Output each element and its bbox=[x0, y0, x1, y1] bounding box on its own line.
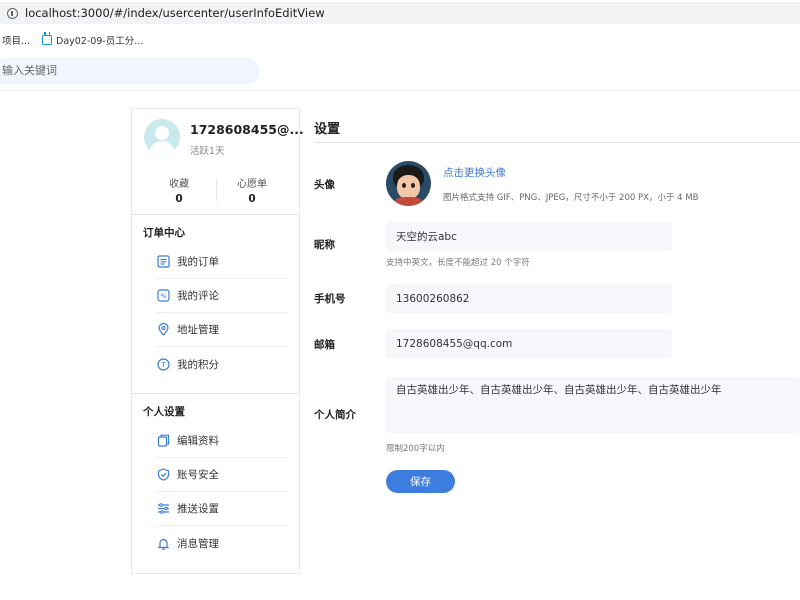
title-divider bbox=[314, 142, 800, 143]
points-icon: T bbox=[156, 357, 170, 371]
sidebar-item-label: 我的评论 bbox=[177, 290, 219, 302]
section-title-personal: 个人设置 bbox=[143, 406, 185, 418]
stat-favorites[interactable]: 收藏 0 bbox=[149, 175, 209, 205]
address-url[interactable]: localhost:3000/#/index/usercenter/userIn… bbox=[25, 6, 325, 20]
sidebar-item-label: 账号安全 bbox=[177, 469, 219, 481]
bio-label: 个人简介 bbox=[314, 409, 356, 421]
order-list-icon bbox=[156, 255, 170, 269]
stat-value: 0 bbox=[175, 193, 183, 205]
stat-divider bbox=[216, 179, 217, 201]
header-divider bbox=[0, 90, 800, 91]
change-avatar-link[interactable]: 点击更换头像 bbox=[443, 165, 506, 180]
email-label: 邮箱 bbox=[314, 339, 335, 351]
bookmark-item[interactable]: 项目... bbox=[2, 33, 30, 47]
sidebar-item-edit-profile[interactable]: 编辑资料 bbox=[156, 424, 288, 458]
sidebar-item-label: 推送设置 bbox=[177, 503, 219, 515]
address-bar[interactable]: localhost:3000/#/index/usercenter/userIn… bbox=[0, 0, 800, 26]
section-divider bbox=[132, 393, 299, 394]
sidebar-item-label: 编辑资料 bbox=[177, 435, 219, 447]
edit-profile-icon bbox=[156, 434, 170, 448]
calendar-icon bbox=[42, 32, 52, 45]
user-avatar-icon[interactable] bbox=[144, 119, 180, 155]
bell-icon bbox=[156, 536, 170, 550]
user-active-days: 活跃1天 bbox=[190, 146, 225, 157]
user-sidebar: 1728608455@... 活跃1天 收藏 0 心愿单 0 订单中心 我的订单… bbox=[131, 108, 304, 574]
sidebar-item-push-settings[interactable]: 推送设置 bbox=[156, 492, 288, 526]
page-title: 设置 bbox=[314, 122, 341, 137]
stat-value: 0 bbox=[248, 193, 256, 205]
search-input[interactable] bbox=[0, 58, 260, 84]
nickname-label: 昵称 bbox=[314, 239, 335, 251]
bookmark-item[interactable]: Day02-09-员工分... bbox=[42, 32, 144, 47]
sidebar-item-my-orders[interactable]: 我的订单 bbox=[156, 245, 288, 279]
avatar-label: 头像 bbox=[314, 179, 335, 191]
save-button[interactable]: 保存 bbox=[386, 470, 455, 493]
sidebar-item-address[interactable]: 地址管理 bbox=[156, 313, 288, 347]
sliders-icon bbox=[156, 502, 170, 516]
shield-icon bbox=[156, 468, 170, 482]
bio-textarea[interactable]: 自古英雄出少年、自古英雄出少年、自古英雄出少年、自古英雄出少年 bbox=[386, 377, 800, 433]
bookmark-label: Day02-09-员工分... bbox=[56, 36, 144, 47]
section-divider bbox=[132, 214, 299, 215]
sidebar-item-label: 我的订单 bbox=[177, 256, 219, 268]
sidebar-item-security[interactable]: 账号安全 bbox=[156, 458, 288, 492]
nickname-hint: 支持中英文，长度不能超过 20 个字符 bbox=[386, 258, 530, 268]
section-title-orders: 订单中心 bbox=[143, 227, 185, 239]
comment-icon: % bbox=[156, 289, 170, 303]
phone-field[interactable] bbox=[386, 284, 672, 313]
location-icon bbox=[156, 323, 170, 337]
stat-wishlist[interactable]: 心愿单 0 bbox=[222, 175, 282, 205]
phone-label: 手机号 bbox=[314, 293, 346, 305]
bookmarks-bar: 项目... Day02-09-员工分... bbox=[0, 28, 800, 50]
bio-hint: 限制200字以内 bbox=[386, 444, 445, 454]
avatar-hint: 图片格式支持 GIF、PNG、JPEG，尺寸不小于 200 PX，小于 4 MB bbox=[443, 193, 699, 203]
sidebar-item-label: 地址管理 bbox=[177, 324, 219, 336]
user-name: 1728608455@... bbox=[190, 122, 304, 137]
nickname-field[interactable] bbox=[386, 222, 672, 251]
sidebar-item-points[interactable]: T 我的积分 bbox=[156, 347, 288, 381]
site-info-icon[interactable] bbox=[7, 8, 18, 19]
svg-text:T: T bbox=[160, 361, 166, 369]
sidebar-item-my-comments[interactable]: % 我的评论 bbox=[156, 279, 288, 313]
sidebar-item-label: 我的积分 bbox=[177, 358, 219, 371]
sidebar-item-label: 消息管理 bbox=[177, 537, 219, 550]
bookmark-label: 项目... bbox=[2, 36, 31, 47]
stat-label: 收藏 bbox=[169, 179, 189, 190]
sidebar-item-messages[interactable]: 消息管理 bbox=[156, 526, 288, 560]
svg-text:%: % bbox=[160, 292, 166, 300]
email-field[interactable] bbox=[386, 329, 672, 358]
stat-label: 心愿单 bbox=[237, 179, 267, 190]
profile-avatar[interactable] bbox=[386, 161, 431, 206]
